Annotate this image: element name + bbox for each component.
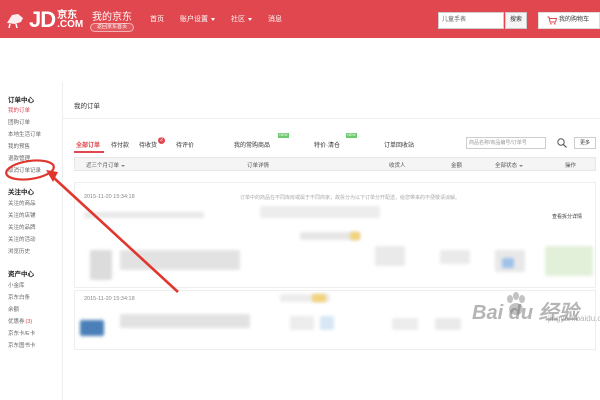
order-search-input[interactable]: 商品名称/商品编号/订单号	[466, 137, 546, 149]
logo-jd-text: JD	[29, 7, 56, 32]
sidebar-item-baitiao[interactable]: 京东白条	[8, 293, 30, 301]
coupon-count-badge: (3)	[25, 319, 33, 325]
sidebar-item-balance[interactable]: 余额	[8, 305, 19, 313]
top-nav: 首页 账户设置 社区 消息	[150, 14, 298, 24]
sidebar-item-vault[interactable]: 小金库	[8, 281, 25, 289]
sidebar-item-label: 优惠券	[8, 319, 25, 325]
blurred-content	[290, 316, 314, 330]
sidebar-item-browse-history[interactable]: 浏览历史	[8, 247, 30, 255]
nav-community[interactable]: 社区	[231, 14, 252, 24]
search-icon[interactable]	[556, 137, 568, 149]
sidebar-item-presale[interactable]: 我的预售	[8, 142, 30, 150]
blurred-content	[84, 212, 204, 218]
chevron-down-icon	[248, 17, 252, 21]
blurred-content	[375, 246, 405, 266]
sidebar-group-orders: 订单中心	[8, 97, 34, 104]
blurred-content	[120, 314, 250, 328]
blurred-product-image	[90, 250, 112, 280]
filter-recent-three-months[interactable]: 近三个月订单	[86, 161, 126, 169]
tab-clearance[interactable]: 特价·清仓	[314, 140, 340, 149]
tab-pending-review[interactable]: 待评价	[176, 140, 194, 149]
blurred-content	[320, 316, 334, 330]
filter-all-status[interactable]: 全部状态	[495, 161, 524, 169]
column-order-details: 订单详情	[247, 163, 270, 169]
order-date: 2015-11-20 15:34:18	[84, 296, 135, 302]
chevron-down-icon	[121, 164, 126, 167]
jd-logo[interactable]: JD 京东 .COM	[4, 8, 83, 32]
back-to-home-button[interactable]: 返回京东首页	[90, 23, 134, 32]
title-divider	[62, 118, 600, 119]
logo-com-text: .COM	[57, 19, 84, 30]
tab-pending-payment[interactable]: 待付款	[111, 140, 129, 149]
column-receiver: 收货人	[389, 163, 406, 169]
sidebar-item-coupons[interactable]: 优惠券(3)	[8, 317, 32, 325]
blurred-content	[440, 250, 470, 264]
cart-icon	[547, 16, 557, 25]
sidebar-group-follow: 关注中心	[8, 189, 34, 196]
nav-account-settings[interactable]: 账户设置	[180, 14, 215, 24]
split-details-link[interactable]: 查看拆分详情	[552, 213, 582, 220]
sidebar-item-cancelled-orders[interactable]: 取消订单记录	[8, 166, 41, 174]
split-order-notice: 订单中的商品在不同库房或属于不同商家，故拆分为以下订单分开配送，给您带来的不便敬…	[240, 195, 461, 201]
content-divider	[62, 82, 63, 400]
more-button[interactable]: 更多	[574, 137, 596, 149]
column-amount: 金额	[451, 163, 463, 169]
sidebar-group-assets: 资产中心	[8, 271, 34, 278]
new-tag: NEW	[278, 133, 289, 138]
chevron-down-icon	[211, 17, 215, 21]
search-button[interactable]: 搜索	[505, 12, 527, 29]
blurred-content	[502, 258, 514, 268]
tab-recycle-bin[interactable]: 订单回收站	[384, 140, 414, 149]
sidebar-item-followed-activities[interactable]: 关注的活动	[8, 235, 36, 243]
baidu-watermark-url: jingyan.baidu.com	[548, 314, 600, 323]
active-tab-indicator	[74, 151, 104, 153]
tab-frequent-products[interactable]: 我的常购商品	[234, 140, 270, 149]
tab-pending-receipt[interactable]: 待收货	[139, 140, 157, 149]
sidebar-item-group-orders[interactable]: 团购订单	[8, 118, 30, 126]
sidebar-item-book-card[interactable]: 京东图书卡	[8, 341, 36, 349]
my-jd-title: 我的京东	[92, 12, 132, 23]
blurred-content	[260, 206, 380, 218]
sidebar-item-refunds[interactable]: 退款管理	[8, 154, 30, 162]
blurred-content	[312, 294, 326, 302]
sidebar-item-followed-brands[interactable]: 关注的品牌	[8, 223, 36, 231]
search-input[interactable]: 儿童手表	[438, 12, 504, 29]
sidebar-item-local-orders[interactable]: 本地生活订单	[8, 130, 41, 138]
blurred-content	[350, 232, 360, 240]
column-actions: 操作	[565, 163, 577, 169]
page-title: 我的订单	[74, 103, 100, 110]
order-date: 2015-11-20 15:34:18	[84, 194, 135, 200]
sidebar-item-followed-products[interactable]: 关注的商品	[8, 199, 36, 207]
sidebar-item-followed-shops[interactable]: 关注的店铺	[8, 211, 36, 219]
new-tag: NEW	[346, 133, 357, 138]
blurred-content	[435, 318, 461, 330]
jd-dog-icon	[7, 14, 23, 29]
blurred-product-image	[80, 320, 104, 336]
nav-messages[interactable]: 消息	[268, 14, 282, 24]
tab-all-orders[interactable]: 全部订单	[76, 140, 100, 149]
blurred-content	[545, 246, 593, 276]
blurred-content	[392, 318, 418, 330]
sidebar-item-jd-card[interactable]: 京东卡/E卡	[8, 329, 35, 337]
sidebar-item-my-orders[interactable]: 我的订单	[8, 106, 30, 114]
blurred-content	[120, 250, 240, 270]
pending-receipt-count-badge: 2	[158, 137, 165, 144]
nav-home[interactable]: 首页	[150, 14, 164, 24]
chevron-down-icon	[519, 164, 524, 167]
